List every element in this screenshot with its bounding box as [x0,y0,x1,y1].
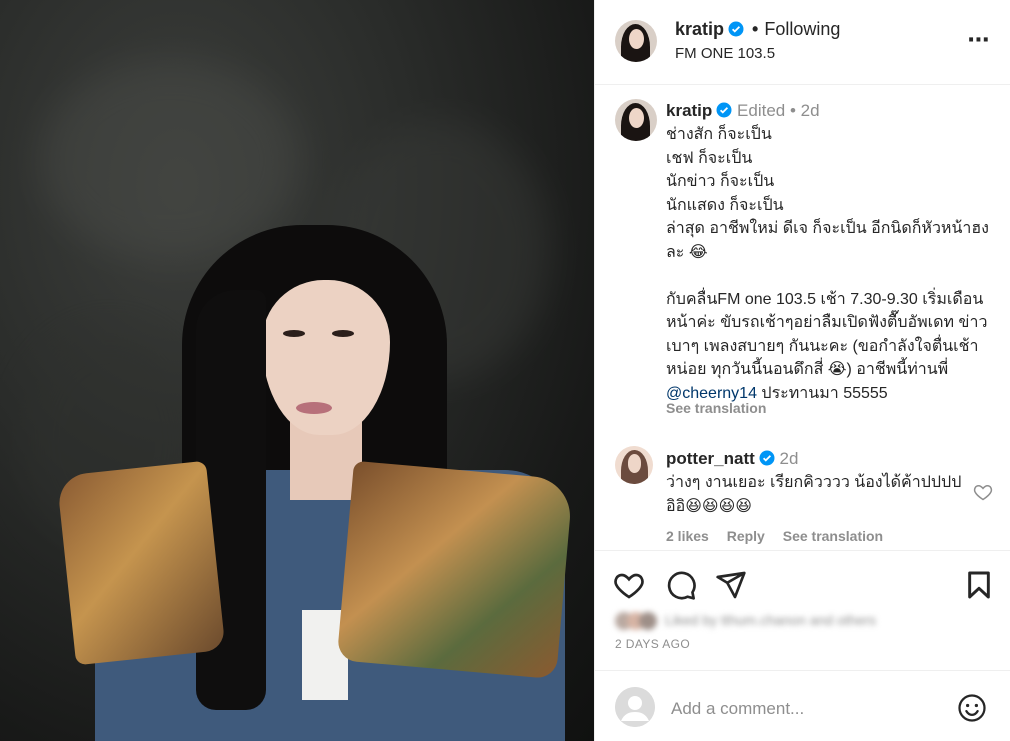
comment-likes[interactable]: 2 likes [666,528,709,544]
caption-text: ช่างสัก ก็จะเป็น เชฟ ก็จะเป็น นักข่าว ก็… [666,123,996,405]
more-options-icon[interactable]: ⋯ [967,28,991,52]
current-user-avatar [615,687,655,727]
caption-text-end: ประทานมา 55555 [756,384,888,402]
liker-avatar [639,612,657,631]
caption-block: kratip Edited • 2d ช่างสัก ก็จะเป็น เชฟ … [595,85,1010,550]
post-photo[interactable] [0,0,594,741]
commenter-avatar[interactable] [615,446,653,484]
photo-subject-cape-right [336,460,574,680]
comment-icon[interactable] [665,569,697,601]
mention-link[interactable]: @cheerny14 [666,385,757,402]
post-header: kratip • Following FM ONE 103.5 ⋯ [595,0,1010,85]
verified-badge-icon [759,450,775,466]
comment-reply-button[interactable]: Reply [727,528,765,544]
caption-text-main: ช่างสัก ก็จะเป็น เชฟ ก็จะเป็น นักข่าว ก็… [666,126,989,378]
comment-meta: 2 likes Reply See translation [666,528,897,544]
post-location[interactable]: FM ONE 103.5 [675,45,775,62]
verified-badge-icon [716,102,732,118]
liked-by-text: Liked by tthum.chanon and others [665,612,876,628]
add-comment-input[interactable] [671,695,941,723]
separator-dot: • [752,19,759,39]
comment-like-heart-icon[interactable] [973,482,993,502]
post-side-panel: kratip • Following FM ONE 103.5 ⋯ kratip E… [594,0,1010,741]
add-comment-bar [595,670,1010,741]
liked-by-line[interactable]: Liked by tthum.chanon and others [615,612,945,634]
author-avatar[interactable] [615,20,657,62]
comment-header: potter_natt 2d [666,449,798,469]
emoji-icon[interactable] [957,693,987,723]
comment-see-translation[interactable]: See translation [783,528,883,544]
post-date[interactable]: 2 DAYS AGO [615,637,690,651]
share-icon[interactable] [715,569,747,601]
caption-username[interactable]: kratip [666,101,712,120]
verified-badge-icon [728,21,744,37]
heart-icon[interactable] [613,569,645,601]
see-translation-button[interactable]: See translation [666,400,766,416]
comment-text: ว่างๆ งานเยอะ เรียกคิวววว น้องได้ค้าปปปป… [666,474,962,515]
edited-label: Edited [737,101,786,120]
commenter-username[interactable]: potter_natt [666,449,755,468]
following-button[interactable]: Following [764,19,840,39]
caption-time[interactable]: 2d [801,101,820,120]
bookmark-icon[interactable] [963,569,995,601]
photo-subject-eye [283,330,305,337]
comment-time[interactable]: 2d [780,449,799,468]
photo-background-texture [40,60,300,260]
photo-subject-eye [332,330,354,337]
author-line: kratip • Following [675,19,840,40]
default-user-icon [615,687,655,727]
photo-subject-lips [296,402,332,414]
photo-subject-cape-left [56,460,226,666]
author-username[interactable]: kratip [675,19,724,39]
caption-author-avatar[interactable] [615,99,657,141]
caption-header: kratip Edited • 2d [666,101,820,121]
separator-dot: • [789,101,801,120]
avatar-face [627,454,642,473]
